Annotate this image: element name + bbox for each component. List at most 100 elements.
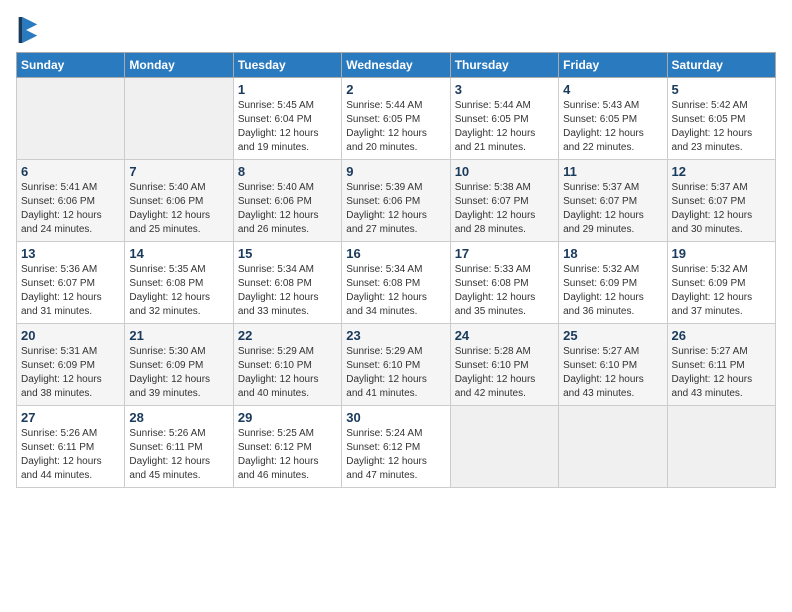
calendar-cell: 1 Sunrise: 5:45 AM Sunset: 6:04 PM Daylig… <box>233 78 341 160</box>
calendar-cell: 7Sunrise: 5:40 AM Sunset: 6:06 PM Daylig… <box>125 160 233 242</box>
weekday-header-wednesday: Wednesday <box>342 53 450 78</box>
weekday-header-monday: Monday <box>125 53 233 78</box>
calendar-cell: 30 Sunrise: 5:24 AM Sunset: 6:12 PM Dayli… <box>342 406 450 488</box>
weekday-header-sunday: Sunday <box>17 53 125 78</box>
day-number: 16 <box>346 246 445 261</box>
day-number: 12 <box>672 164 771 179</box>
calendar-cell: 8 Sunrise: 5:40 AM Sunset: 6:06 PM Daylig… <box>233 160 341 242</box>
day-info: Sunrise: 5:34 AM Sunset: 6:08 PM Dayligh… <box>346 263 445 319</box>
day-info: Sunrise: 5:27 AM Sunset: 6:10 PM Dayligh… <box>563 345 662 401</box>
day-number: 7 <box>129 164 228 179</box>
calendar-cell: 16 Sunrise: 5:34 AM Sunset: 6:08 PM Dayli… <box>342 242 450 324</box>
day-number: 9 <box>346 164 445 179</box>
day-info: Sunrise: 5:26 AM Sunset: 6:11 PM Dayligh… <box>129 427 228 483</box>
calendar-cell <box>450 406 558 488</box>
day-number: 24 <box>455 328 554 343</box>
day-info: Sunrise: 5:40 AM Sunset: 6:06 PM Dayligh… <box>238 181 337 237</box>
day-info: Sunrise: 5:45 AM Sunset: 6:04 PM Dayligh… <box>238 99 337 155</box>
day-info: Sunrise: 5:38 AM Sunset: 6:07 PM Dayligh… <box>455 181 554 237</box>
day-number: 29 <box>238 410 337 425</box>
calendar-cell: 9 Sunrise: 5:39 AM Sunset: 6:06 PM Daylig… <box>342 160 450 242</box>
calendar-cell: 21 Sunrise: 5:30 AM Sunset: 6:09 PM Dayli… <box>125 324 233 406</box>
day-info: Sunrise: 5:44 AM Sunset: 6:05 PM Dayligh… <box>455 99 554 155</box>
day-number: 23 <box>346 328 445 343</box>
day-number: 6 <box>21 164 120 179</box>
day-number: 10 <box>455 164 554 179</box>
day-number: 4 <box>563 82 662 97</box>
day-info: Sunrise: 5:39 AM Sunset: 6:06 PM Dayligh… <box>346 181 445 237</box>
calendar-cell: 17 Sunrise: 5:33 AM Sunset: 6:08 PM Dayli… <box>450 242 558 324</box>
day-info: Sunrise: 5:32 AM Sunset: 6:09 PM Dayligh… <box>563 263 662 319</box>
day-info: Sunrise: 5:32 AM Sunset: 6:09 PM Dayligh… <box>672 263 771 319</box>
day-info: Sunrise: 5:29 AM Sunset: 6:10 PM Dayligh… <box>346 345 445 401</box>
day-info: Sunrise: 5:30 AM Sunset: 6:09 PM Dayligh… <box>129 345 228 401</box>
calendar-cell: 24 Sunrise: 5:28 AM Sunset: 6:10 PM Dayli… <box>450 324 558 406</box>
calendar-cell <box>667 406 775 488</box>
day-info: Sunrise: 5:25 AM Sunset: 6:12 PM Dayligh… <box>238 427 337 483</box>
day-number: 21 <box>129 328 228 343</box>
day-number: 28 <box>129 410 228 425</box>
day-number: 5 <box>672 82 771 97</box>
calendar-cell: 23 Sunrise: 5:29 AM Sunset: 6:10 PM Dayli… <box>342 324 450 406</box>
calendar-cell: 3 Sunrise: 5:44 AM Sunset: 6:05 PM Daylig… <box>450 78 558 160</box>
day-number: 20 <box>21 328 120 343</box>
day-number: 11 <box>563 164 662 179</box>
day-number: 1 <box>238 82 337 97</box>
day-info: Sunrise: 5:44 AM Sunset: 6:05 PM Dayligh… <box>346 99 445 155</box>
day-number: 3 <box>455 82 554 97</box>
calendar-cell: 20 Sunrise: 5:31 AM Sunset: 6:09 PM Dayli… <box>17 324 125 406</box>
day-info: Sunrise: 5:27 AM Sunset: 6:11 PM Dayligh… <box>672 345 771 401</box>
day-info: Sunrise: 5:31 AM Sunset: 6:09 PM Dayligh… <box>21 345 120 401</box>
calendar-cell: 12 Sunrise: 5:37 AM Sunset: 6:07 PM Dayli… <box>667 160 775 242</box>
day-number: 14 <box>129 246 228 261</box>
weekday-header-saturday: Saturday <box>667 53 775 78</box>
day-info: Sunrise: 5:41 AM Sunset: 6:06 PM Dayligh… <box>21 181 120 237</box>
calendar-cell: 13 Sunrise: 5:36 AM Sunset: 6:07 PM Dayli… <box>17 242 125 324</box>
weekday-header-thursday: Thursday <box>450 53 558 78</box>
day-info: Sunrise: 5:28 AM Sunset: 6:10 PM Dayligh… <box>455 345 554 401</box>
calendar-cell: 15Sunrise: 5:34 AM Sunset: 6:08 PM Dayli… <box>233 242 341 324</box>
logo <box>16 16 44 44</box>
calendar-cell <box>559 406 667 488</box>
weekday-header-tuesday: Tuesday <box>233 53 341 78</box>
day-info: Sunrise: 5:35 AM Sunset: 6:08 PM Dayligh… <box>129 263 228 319</box>
calendar-cell: 19 Sunrise: 5:32 AM Sunset: 6:09 PM Dayli… <box>667 242 775 324</box>
day-info: Sunrise: 5:29 AM Sunset: 6:10 PM Dayligh… <box>238 345 337 401</box>
day-number: 27 <box>21 410 120 425</box>
logo-icon <box>16 16 40 44</box>
day-number: 2 <box>346 82 445 97</box>
calendar-cell <box>17 78 125 160</box>
calendar-cell: 4 Sunrise: 5:43 AM Sunset: 6:05 PM Daylig… <box>559 78 667 160</box>
day-number: 30 <box>346 410 445 425</box>
day-info: Sunrise: 5:37 AM Sunset: 6:07 PM Dayligh… <box>563 181 662 237</box>
day-number: 19 <box>672 246 771 261</box>
calendar-cell: 5 Sunrise: 5:42 AM Sunset: 6:05 PM Daylig… <box>667 78 775 160</box>
calendar-cell: 18 Sunrise: 5:32 AM Sunset: 6:09 PM Dayli… <box>559 242 667 324</box>
calendar-cell: 28 Sunrise: 5:26 AM Sunset: 6:11 PM Dayli… <box>125 406 233 488</box>
page-header <box>16 16 776 44</box>
day-info: Sunrise: 5:33 AM Sunset: 6:08 PM Dayligh… <box>455 263 554 319</box>
day-info: Sunrise: 5:42 AM Sunset: 6:05 PM Dayligh… <box>672 99 771 155</box>
day-info: Sunrise: 5:36 AM Sunset: 6:07 PM Dayligh… <box>21 263 120 319</box>
weekday-header-friday: Friday <box>559 53 667 78</box>
calendar-cell: 22Sunrise: 5:29 AM Sunset: 6:10 PM Dayli… <box>233 324 341 406</box>
calendar-cell: 26 Sunrise: 5:27 AM Sunset: 6:11 PM Dayli… <box>667 324 775 406</box>
calendar-cell: 25 Sunrise: 5:27 AM Sunset: 6:10 PM Dayli… <box>559 324 667 406</box>
day-number: 8 <box>238 164 337 179</box>
day-info: Sunrise: 5:37 AM Sunset: 6:07 PM Dayligh… <box>672 181 771 237</box>
calendar-cell: 11 Sunrise: 5:37 AM Sunset: 6:07 PM Dayli… <box>559 160 667 242</box>
calendar-table: SundayMondayTuesdayWednesdayThursdayFrid… <box>16 52 776 488</box>
day-number: 25 <box>563 328 662 343</box>
day-number: 26 <box>672 328 771 343</box>
calendar-cell: 10 Sunrise: 5:38 AM Sunset: 6:07 PM Dayli… <box>450 160 558 242</box>
day-info: Sunrise: 5:26 AM Sunset: 6:11 PM Dayligh… <box>21 427 120 483</box>
calendar-cell: 2 Sunrise: 5:44 AM Sunset: 6:05 PM Daylig… <box>342 78 450 160</box>
calendar-cell: 14 Sunrise: 5:35 AM Sunset: 6:08 PM Dayli… <box>125 242 233 324</box>
day-number: 13 <box>21 246 120 261</box>
day-number: 17 <box>455 246 554 261</box>
day-number: 18 <box>563 246 662 261</box>
day-number: 15 <box>238 246 337 261</box>
day-info: Sunrise: 5:43 AM Sunset: 6:05 PM Dayligh… <box>563 99 662 155</box>
calendar-cell: 6 Sunrise: 5:41 AM Sunset: 6:06 PM Daylig… <box>17 160 125 242</box>
day-info: Sunrise: 5:24 AM Sunset: 6:12 PM Dayligh… <box>346 427 445 483</box>
